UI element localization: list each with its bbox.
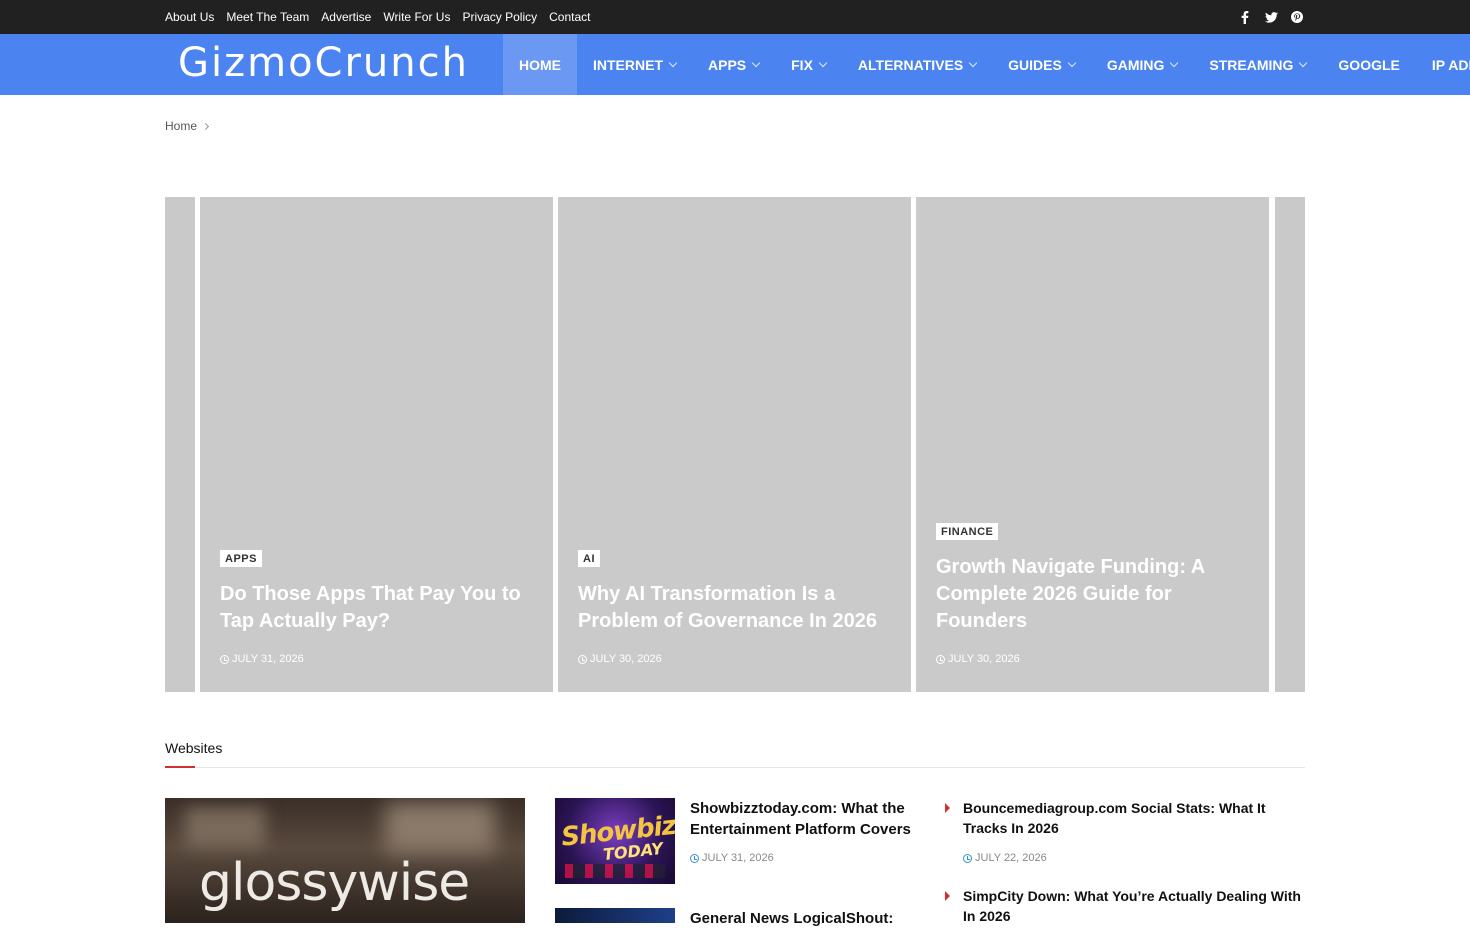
post-thumbnail[interactable] (555, 908, 675, 923)
slide[interactable]: APPS Do Those Apps That Pay You to Tap A… (200, 197, 553, 692)
nav-label: ALTERNATIVES (857, 56, 964, 73)
clock-icon (936, 654, 945, 664)
pinterest-icon[interactable] (1290, 10, 1304, 24)
chevron-down-icon (968, 58, 978, 67)
slide-peek-right[interactable] (1275, 197, 1305, 692)
post-date-text: JULY 31, 2026 (702, 852, 774, 864)
image-bokeh (385, 803, 495, 853)
nav-internet[interactable]: INTERNET (577, 34, 692, 95)
chevron-down-icon (818, 58, 828, 67)
nav-label: STREAMING (1209, 56, 1294, 73)
nav-label: GOOGLE (1338, 56, 1400, 73)
top-link-contact[interactable]: Contact (549, 10, 590, 24)
featured-slider: APPS Do Those Apps That Pay You to Tap A… (165, 197, 1305, 692)
clock-icon (578, 654, 587, 664)
top-link-advertise[interactable]: Advertise (321, 10, 371, 24)
section-underline (165, 766, 195, 768)
slide-title[interactable]: Why AI Transformation Is a Problem of Go… (578, 581, 898, 635)
social-links (1238, 0, 1304, 34)
slide-title[interactable]: Growth Navigate Funding: A Complete 2026… (936, 554, 1216, 635)
list-item: SimpCity Down: What You’re Actually Deal… (945, 886, 1305, 926)
featured-post-image[interactable]: glossywise (165, 798, 525, 923)
nav-home[interactable]: HOME (503, 34, 577, 95)
thumb-stage-lights (565, 864, 665, 878)
section-header: Websites (165, 740, 1305, 768)
slide-date: JULY 30, 2026 (936, 653, 1020, 665)
caret-right-icon (945, 891, 950, 901)
slide-category[interactable]: AI (578, 550, 600, 567)
slide-category[interactable]: APPS (220, 550, 262, 567)
list-title[interactable]: SimpCity Down: What You’re Actually Deal… (963, 886, 1305, 926)
facebook-icon[interactable] (1238, 10, 1252, 24)
post-title[interactable]: General News LogicalShout: (690, 908, 920, 929)
slide-date-text: JULY 31, 2026 (232, 653, 304, 665)
section-title[interactable]: Websites (165, 740, 222, 756)
list-date: JULY 22, 2026 (963, 852, 1047, 864)
post-thumbnail[interactable]: Showbizz TODAY (555, 798, 675, 884)
slide-date-text: JULY 30, 2026 (590, 653, 662, 665)
site-logo[interactable]: GizmoCrunch (178, 40, 469, 86)
top-link-meet-the-team[interactable]: Meet The Team (226, 10, 309, 24)
slide-title[interactable]: Do Those Apps That Pay You to Tap Actual… (220, 581, 540, 635)
list-date-text: JULY 22, 2026 (975, 852, 1047, 864)
list-title[interactable]: Bouncemediagroup.com Social Stats: What … (963, 798, 1305, 838)
image-bokeh (185, 808, 265, 848)
twitter-icon[interactable] (1264, 10, 1278, 24)
nav-ip-address[interactable]: IP ADDR (1416, 34, 1470, 95)
nav-guides[interactable]: GUIDES (992, 34, 1091, 95)
list-item: Bouncemediagroup.com Social Stats: What … (945, 798, 1305, 868)
clock-icon (220, 654, 229, 664)
slide-date: JULY 31, 2026 (220, 653, 304, 665)
nav-gaming[interactable]: GAMING (1091, 34, 1194, 95)
nav-streaming[interactable]: STREAMING (1193, 34, 1322, 95)
top-link-privacy-policy[interactable]: Privacy Policy (462, 10, 537, 24)
slide[interactable]: AI Why AI Transformation Is a Problem of… (558, 197, 911, 692)
post-title[interactable]: Showbizztoday.com: What the Entertainmen… (690, 798, 920, 840)
nav-label: APPS (708, 56, 747, 73)
nav-label: IP ADDR (1431, 56, 1470, 73)
slide-date-text: JULY 30, 2026 (948, 653, 1020, 665)
chevron-down-icon (1170, 58, 1179, 67)
chevron-right-icon (201, 122, 210, 130)
nav-apps[interactable]: APPS (692, 34, 775, 95)
top-links: About Us Meet The Team Advertise Write F… (165, 0, 591, 34)
nav-google[interactable]: GOOGLE (1322, 34, 1415, 95)
breadcrumb: Home (165, 119, 210, 133)
chevron-down-icon (751, 58, 761, 67)
nav-label: INTERNET (593, 56, 663, 73)
post-date: JULY 31, 2026 (690, 852, 774, 864)
slide-peek-left[interactable] (165, 197, 195, 692)
top-bar: About Us Meet The Team Advertise Write F… (0, 0, 1470, 34)
nav-label: HOME (519, 56, 561, 73)
nav-alternatives[interactable]: ALTERNATIVES (842, 34, 992, 95)
chevron-down-icon (668, 58, 678, 67)
top-link-write-for-us[interactable]: Write For Us (383, 10, 450, 24)
top-link-about-us[interactable]: About Us (165, 10, 214, 24)
nav-fix[interactable]: FIX (775, 34, 842, 95)
clock-icon (963, 853, 972, 863)
chevron-down-icon (1067, 58, 1077, 67)
nav-label: GUIDES (1008, 56, 1062, 73)
breadcrumb-home[interactable]: Home (165, 119, 197, 133)
chevron-down-icon (1299, 58, 1308, 67)
caret-right-icon (945, 803, 950, 813)
slide-date: JULY 30, 2026 (578, 653, 662, 665)
main-header: GizmoCrunch HOME INTERNET APPS FIX ALTER… (0, 34, 1470, 95)
nav-label: FIX (791, 56, 813, 73)
slide-category[interactable]: FINANCE (936, 523, 999, 540)
clock-icon (690, 853, 699, 863)
nav-label: GAMING (1106, 56, 1165, 73)
image-brand-text: glossywise (199, 853, 470, 913)
slide[interactable]: FINANCE Growth Navigate Funding: A Compl… (916, 197, 1269, 692)
main-nav: HOME INTERNET APPS FIX ALTERNATIVES GUID… (503, 34, 1470, 95)
